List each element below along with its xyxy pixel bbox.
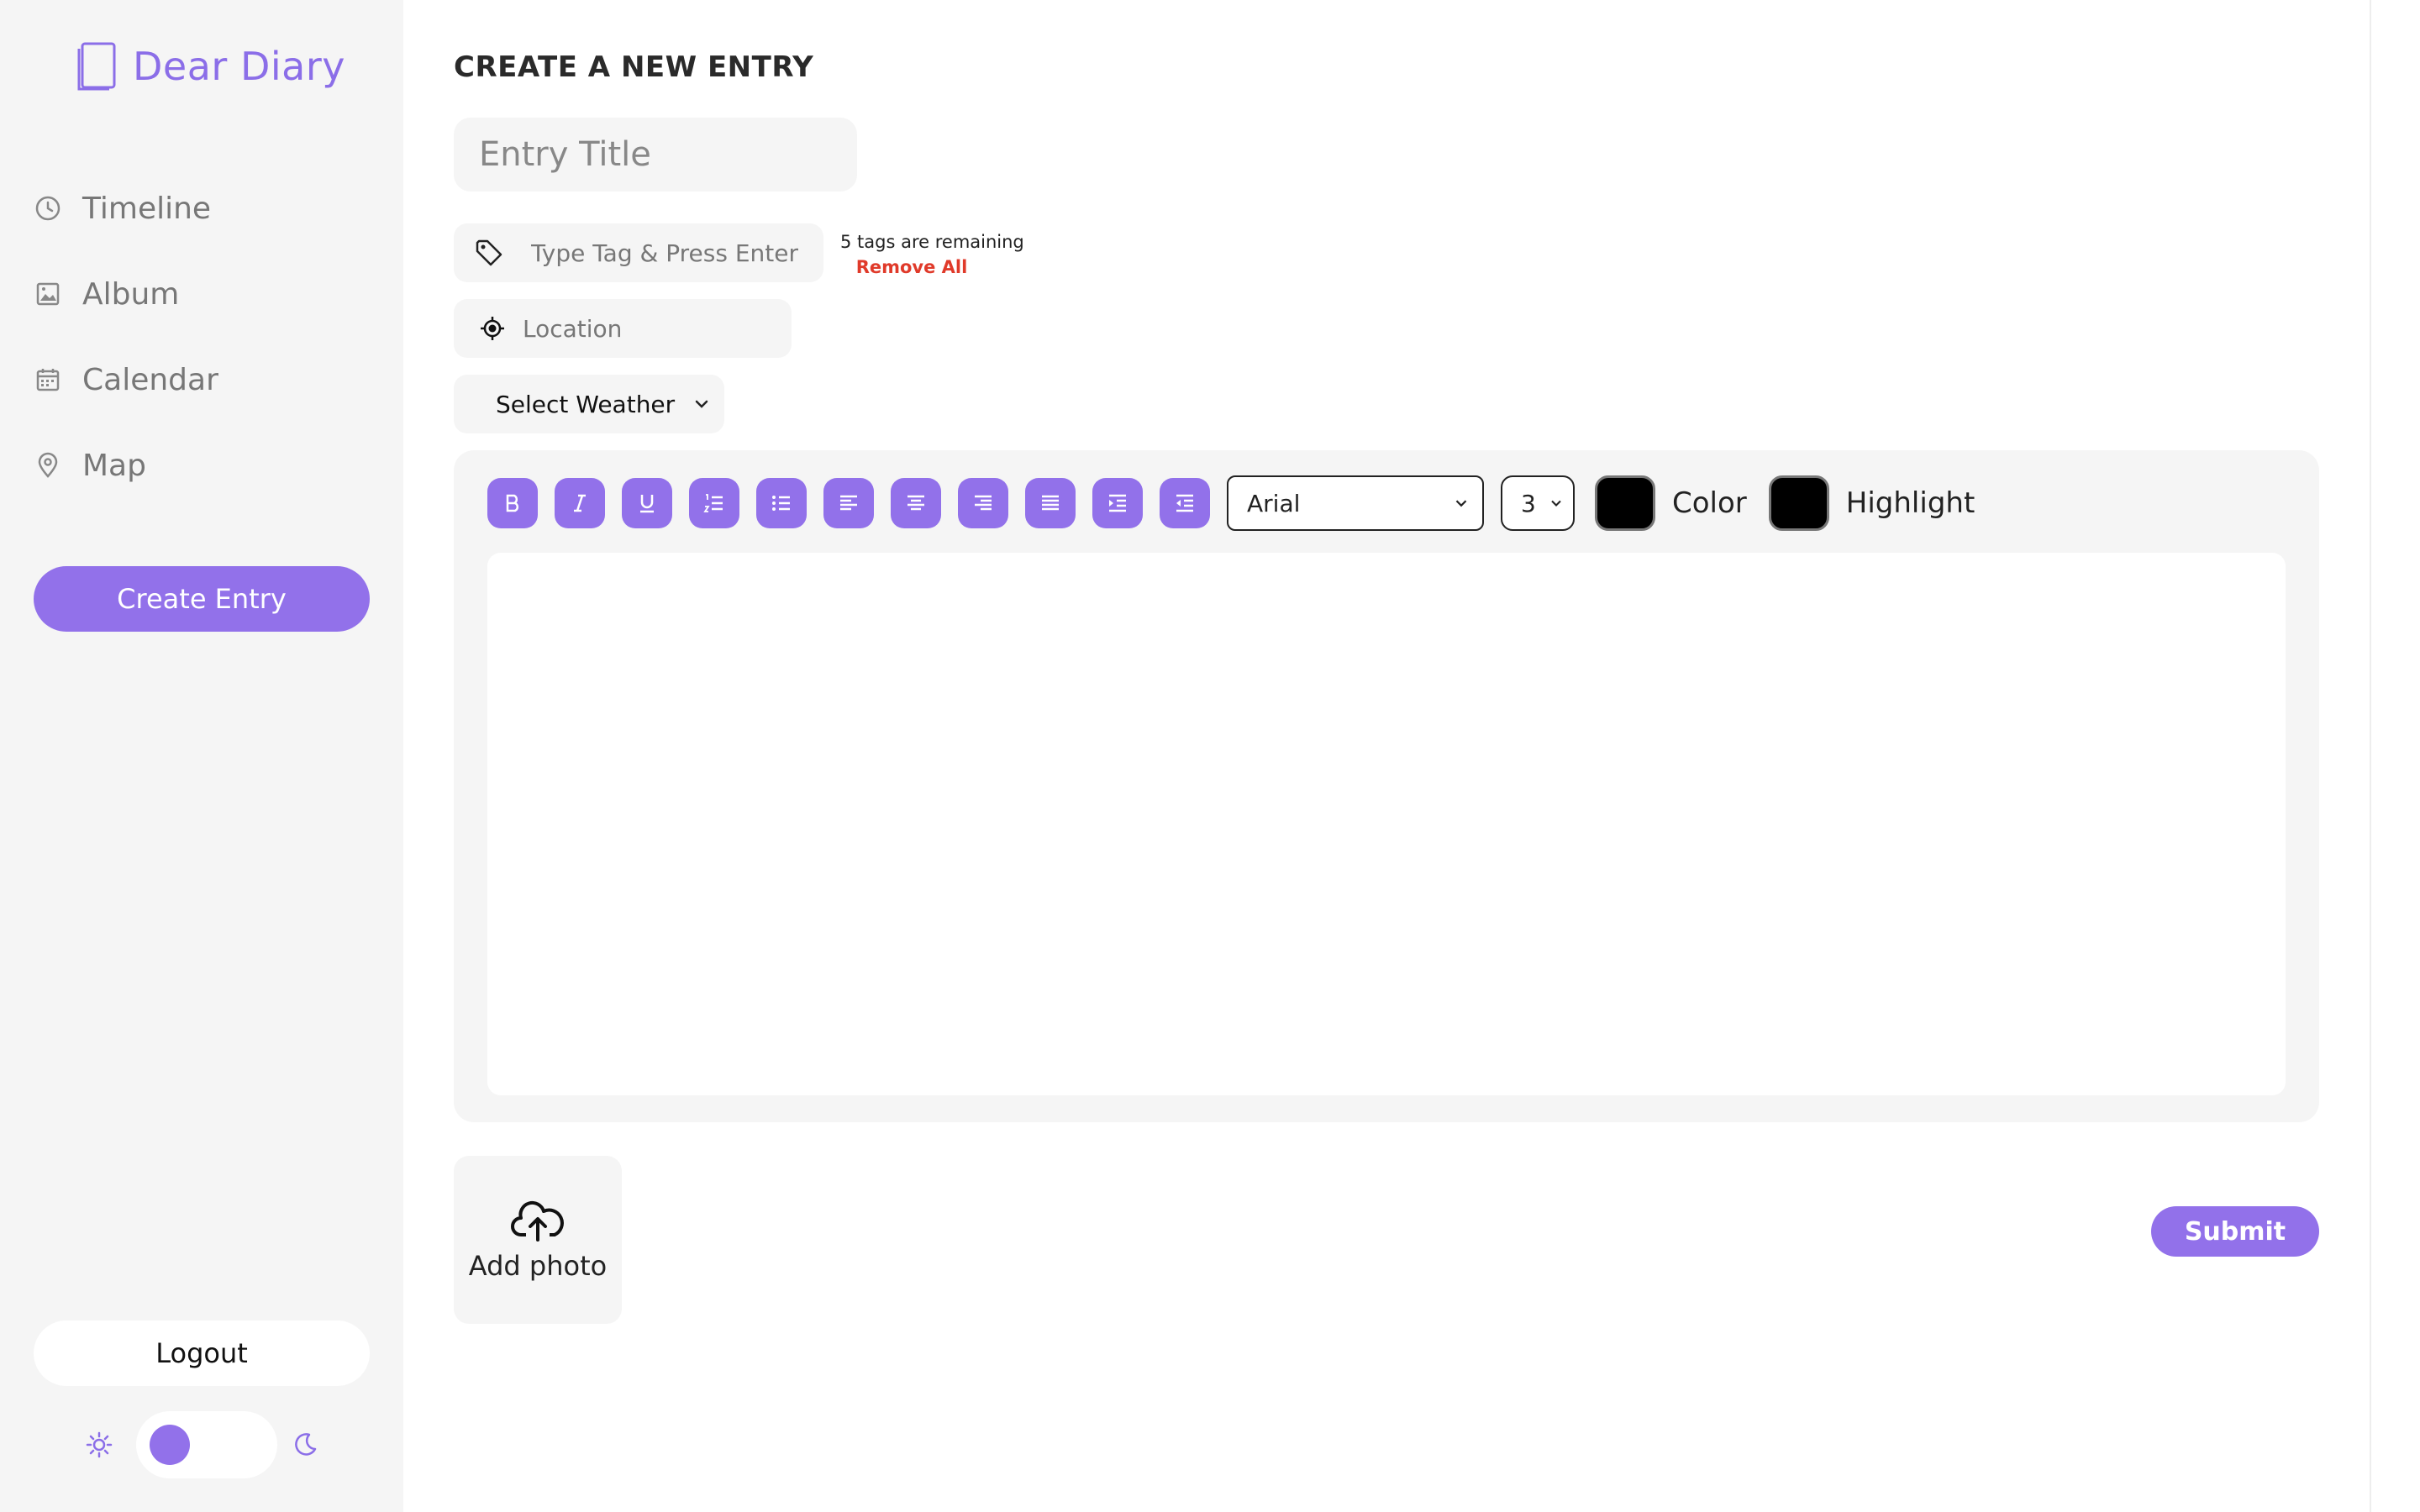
tag-field[interactable] (454, 223, 823, 282)
add-photo-button[interactable]: Add photo (454, 1156, 622, 1324)
underline-button[interactable] (622, 478, 672, 528)
align-left-button[interactable] (823, 478, 874, 528)
logo[interactable]: Dear Diary (74, 40, 345, 92)
align-right-icon (975, 495, 992, 511)
justify-icon (1042, 495, 1059, 511)
sun-icon[interactable] (84, 1430, 114, 1460)
sidebar-item-timeline[interactable]: Timeline (34, 183, 211, 234)
cloud-upload-icon (511, 1200, 564, 1242)
weather-dropdown[interactable]: Select Weather (454, 375, 724, 433)
scrollbar[interactable] (2370, 0, 2420, 1512)
logout-button[interactable]: Logout (34, 1320, 370, 1386)
color-label: Color (1672, 486, 1747, 520)
toggle-knob (150, 1425, 190, 1465)
align-center-icon (908, 495, 924, 511)
indent-button[interactable] (1092, 478, 1143, 528)
sidebar-item-label: Calendar (82, 362, 218, 397)
text-color-swatch[interactable] (1595, 475, 1655, 531)
outdent-button[interactable] (1160, 478, 1210, 528)
chevron-down-icon (1551, 500, 1561, 507)
app-name: Dear Diary (133, 44, 345, 89)
align-left-icon (840, 495, 857, 511)
justify-button[interactable] (1025, 478, 1076, 528)
theme-toggle-row (84, 1411, 319, 1478)
remove-all-link[interactable]: Remove All (840, 257, 983, 277)
map-pin-icon (38, 452, 58, 478)
app: Dear Diary Timeline Album Calendar Map C… (0, 0, 2420, 1512)
tag-input[interactable] (531, 239, 817, 267)
tags-info: 5 tags are remaining Remove All (840, 232, 1024, 277)
unordered-list-button[interactable] (756, 478, 807, 528)
image-icon (36, 282, 60, 306)
editor: Arial 3 Color Highlight (454, 450, 2319, 1122)
calendar-icon (36, 369, 60, 391)
ordered-list-button[interactable] (689, 478, 739, 528)
entry-content-area[interactable] (487, 553, 2286, 1095)
editor-toolbar: Arial 3 Color Highlight (487, 474, 1975, 533)
font-family-select[interactable]: Arial (1227, 475, 1484, 531)
create-entry-button[interactable]: Create Entry (34, 566, 370, 632)
chevron-down-icon (695, 400, 708, 408)
highlight-label: Highlight (1845, 486, 1975, 520)
tag-icon (476, 239, 502, 266)
page-title: CREATE A NEW ENTRY (454, 50, 814, 84)
location-target-icon (481, 317, 504, 340)
outdent-icon (1176, 494, 1193, 512)
highlight-color-swatch[interactable] (1768, 475, 1829, 531)
entry-title-input[interactable] (454, 118, 857, 192)
location-field[interactable] (454, 299, 792, 358)
weather-label: Select Weather (496, 390, 676, 418)
location-input[interactable] (523, 314, 792, 343)
add-photo-label: Add photo (468, 1250, 608, 1282)
submit-button[interactable]: Submit (2151, 1206, 2319, 1257)
align-center-button[interactable] (891, 478, 941, 528)
tags-remaining-text: 5 tags are remaining (840, 232, 1024, 252)
sidebar-item-calendar[interactable]: Calendar (34, 354, 218, 405)
bold-icon (506, 494, 519, 512)
sidebar: Dear Diary Timeline Album Calendar Map C… (0, 0, 403, 1512)
unordered-list-icon (772, 496, 790, 511)
theme-toggle[interactable] (136, 1411, 277, 1478)
sidebar-item-map[interactable]: Map (34, 440, 146, 491)
bold-button[interactable] (487, 478, 538, 528)
main-content: CREATE A NEW ENTRY 5 tags are remaining … (403, 0, 2370, 1512)
notebook-icon (77, 42, 116, 91)
moon-icon[interactable] (291, 1431, 319, 1459)
font-size-value: 3 (1521, 489, 1536, 517)
chevron-down-icon (1455, 500, 1467, 507)
font-family-value: Arial (1247, 489, 1301, 517)
sidebar-item-label: Album (82, 276, 180, 312)
sidebar-item-label: Timeline (82, 191, 212, 226)
italic-button[interactable] (555, 478, 605, 528)
sidebar-item-label: Map (82, 448, 146, 483)
underline-icon (640, 495, 654, 513)
clock-icon (35, 196, 60, 221)
italic-icon (574, 494, 586, 512)
align-right-button[interactable] (958, 478, 1008, 528)
ordered-list-icon (703, 494, 723, 512)
font-size-select[interactable]: 3 (1501, 475, 1575, 531)
sidebar-item-album[interactable]: Album (34, 269, 179, 319)
indent-icon (1109, 494, 1126, 512)
